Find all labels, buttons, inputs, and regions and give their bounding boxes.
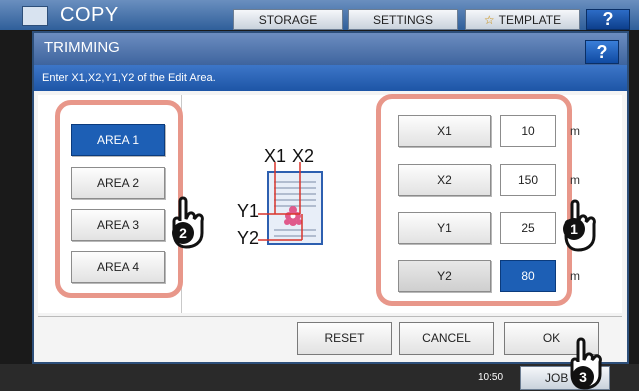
- x1-value[interactable]: 10: [500, 115, 556, 147]
- x1-unit: m: [570, 124, 580, 138]
- help-button[interactable]: ?: [586, 9, 630, 30]
- dialog-title-bar: TRIMMING ?: [34, 33, 627, 65]
- app-title: COPY: [60, 4, 119, 26]
- reset-button[interactable]: RESET: [297, 322, 392, 355]
- instruction-text: Enter X1,X2,Y1,Y2 of the Edit Area.: [34, 65, 627, 91]
- star-icon: ☆: [483, 13, 495, 27]
- callout-3: 3: [572, 366, 594, 388]
- y2-button[interactable]: Y2: [398, 260, 491, 292]
- x2-button[interactable]: X2: [398, 164, 491, 196]
- y2-label: Y2: [237, 228, 260, 248]
- callout-1: 1: [563, 218, 585, 240]
- y1-value[interactable]: 25: [500, 212, 556, 244]
- bottom-divider: [38, 316, 622, 317]
- area-1-button[interactable]: AREA 1: [71, 124, 165, 156]
- x2-value[interactable]: 150: [500, 164, 556, 196]
- area-4-button[interactable]: AREA 4: [71, 251, 165, 283]
- y2-unit: m: [570, 269, 580, 283]
- x2-label: X2: [292, 146, 315, 166]
- y1-label: Y1: [237, 201, 260, 221]
- dialog-help-button[interactable]: ?: [585, 40, 619, 64]
- y2-value[interactable]: 80: [500, 260, 556, 292]
- x1-label: X1: [264, 146, 287, 166]
- copy-icon: [22, 6, 48, 26]
- tab-storage[interactable]: STORAGE: [233, 9, 343, 30]
- area-3-button[interactable]: AREA 3: [71, 209, 165, 241]
- clock: 10:50: [478, 372, 504, 383]
- x1-button[interactable]: X1: [398, 115, 491, 147]
- area-2-button[interactable]: AREA 2: [71, 167, 165, 199]
- tab-template[interactable]: ☆ TEMPLATE: [465, 9, 580, 30]
- x2-unit: m: [570, 173, 580, 187]
- tab-template-label: TEMPLATE: [498, 13, 562, 27]
- cancel-button[interactable]: CANCEL: [399, 322, 494, 355]
- dialog-title: TRIMMING: [44, 39, 120, 56]
- callout-2: 2: [172, 222, 194, 244]
- y1-button[interactable]: Y1: [398, 212, 491, 244]
- tab-settings[interactable]: SETTINGS: [348, 9, 458, 30]
